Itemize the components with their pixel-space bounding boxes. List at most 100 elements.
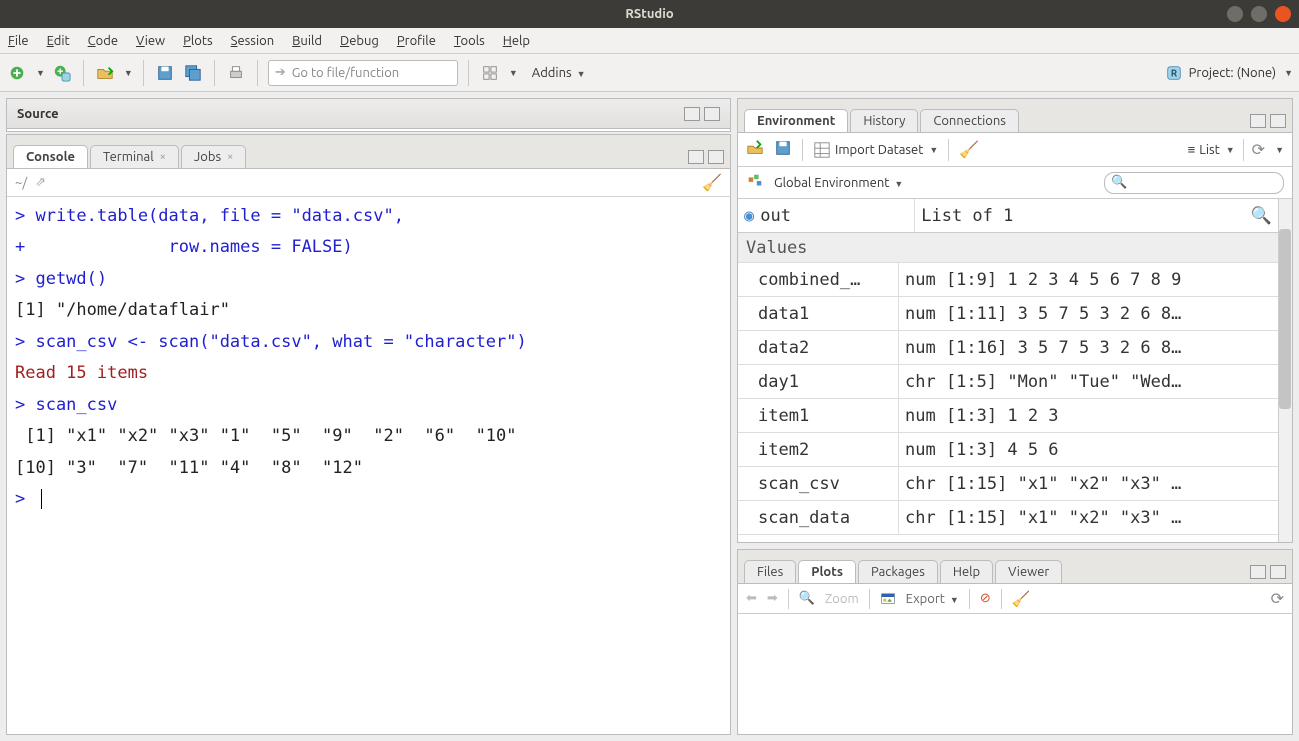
env-var-name: item1 (738, 406, 898, 426)
tab-jobs[interactable]: Jobs× (181, 145, 246, 168)
zoom-button[interactable]: Zoom (825, 592, 859, 606)
open-file-button[interactable] (94, 62, 116, 84)
expand-icon[interactable]: ◉ (744, 206, 754, 226)
search-icon[interactable]: 🔍 (1251, 206, 1272, 226)
menu-profile[interactable]: Profile (397, 34, 436, 48)
popout-icon[interactable]: ⇗ (35, 175, 46, 190)
window-maximize-button[interactable] (1251, 6, 1267, 22)
refresh-icon[interactable]: ⟳ (1252, 140, 1265, 159)
menu-tools[interactable]: Tools (454, 34, 485, 48)
menu-view[interactable]: View (136, 34, 165, 48)
console-output[interactable]: > write.table(data, file = "data.csv",+ … (7, 197, 730, 734)
menu-build[interactable]: Build (292, 34, 322, 48)
print-button[interactable] (225, 62, 247, 84)
menu-session[interactable]: Session (231, 34, 274, 48)
close-icon[interactable]: × (160, 151, 166, 163)
env-view-mode-dropdown[interactable]: ≡ List ▼ (1188, 142, 1235, 157)
tab-history[interactable]: History (850, 109, 918, 132)
env-minimize-button[interactable] (1250, 114, 1266, 128)
import-dataset-dropdown[interactable]: Import Dataset ▼ (813, 141, 938, 159)
clear-environment-icon[interactable]: 🧹 (959, 140, 979, 159)
console-maximize-button[interactable] (708, 150, 724, 164)
zoom-icon: 🔍 (799, 591, 815, 606)
env-var-value: num [1:16] 3 5 7 5 3 2 6 8… (898, 331, 1292, 364)
save-button[interactable] (154, 62, 176, 84)
source-pane-title: Source (17, 107, 59, 121)
environment-search-input[interactable]: 🔍 (1104, 172, 1284, 194)
scrollbar-thumb[interactable] (1279, 229, 1291, 409)
tab-packages[interactable]: Packages (858, 560, 938, 583)
load-workspace-icon[interactable] (746, 139, 764, 160)
console-subbar: ~/ ⇗ 🧹 (7, 169, 730, 197)
menu-file[interactable]: File (8, 34, 29, 48)
console-line: + row.names = FALSE) (15, 232, 722, 263)
tab-files[interactable]: Files (744, 560, 796, 583)
open-recent-caret[interactable]: ▼ (124, 68, 133, 78)
r-project-icon: R (1165, 64, 1183, 82)
new-project-button[interactable] (51, 62, 73, 84)
source-split-button[interactable] (684, 107, 700, 121)
new-file-caret[interactable]: ▼ (36, 68, 45, 78)
remove-plot-icon[interactable]: ⊘ (980, 591, 991, 606)
plots-minimize-button[interactable] (1250, 565, 1266, 579)
env-var-value: chr [1:15] "x1" "x2" "x3" … (898, 467, 1292, 500)
console-line: [10] "3" "7" "11" "4" "8" "12" (15, 453, 722, 484)
project-selector[interactable]: R Project: (None) ▼ (1165, 64, 1293, 82)
save-workspace-icon[interactable] (774, 139, 792, 160)
env-vertical-scrollbar[interactable] (1278, 199, 1292, 542)
export-icon (880, 589, 896, 608)
grid-view-button[interactable] (479, 62, 501, 84)
plot-next-icon[interactable]: ➡ (767, 591, 778, 606)
window-close-button[interactable] (1275, 6, 1291, 22)
environment-value-row[interactable]: data1num [1:11] 3 5 7 5 3 2 6 8… (738, 297, 1292, 331)
source-maximize-button[interactable] (704, 107, 720, 121)
environment-value-row[interactable]: item2num [1:3] 4 5 6 (738, 433, 1292, 467)
tab-plots[interactable]: Plots (798, 560, 856, 583)
menu-debug[interactable]: Debug (340, 34, 379, 48)
environment-value-row[interactable]: scan_datachr [1:15] "x1" "x2" "x3" … (738, 501, 1292, 535)
plot-prev-icon[interactable]: ⬅ (746, 591, 757, 606)
env-maximize-button[interactable] (1270, 114, 1286, 128)
environment-value-row[interactable]: data2num [1:16] 3 5 7 5 3 2 6 8… (738, 331, 1292, 365)
env-var-name: data1 (738, 304, 898, 324)
environment-value-row[interactable]: scan_csvchr [1:15] "x1" "x2" "x3" … (738, 467, 1292, 501)
environment-scope-icon (746, 172, 764, 193)
tab-terminal[interactable]: Terminal× (90, 145, 179, 168)
env-var-name: combined_… (738, 270, 898, 290)
plots-maximize-button[interactable] (1270, 565, 1286, 579)
tab-help[interactable]: Help (940, 560, 993, 583)
addins-dropdown[interactable]: Addins ▼ (532, 66, 586, 80)
export-dropdown[interactable]: Export ▼ (906, 592, 959, 606)
close-icon[interactable]: × (227, 151, 233, 163)
environment-value-row[interactable]: item1num [1:3] 1 2 3 (738, 399, 1292, 433)
clear-console-icon[interactable]: 🧹 (702, 173, 722, 192)
environment-value-row[interactable]: combined_…num [1:9] 1 2 3 4 5 6 7 8 9 (738, 263, 1292, 297)
tab-connections[interactable]: Connections (920, 109, 1019, 132)
window-minimize-button[interactable] (1227, 6, 1243, 22)
env-var-name: scan_data (738, 508, 898, 528)
menu-code[interactable]: Code (88, 34, 118, 48)
search-icon: 🔍 (1111, 175, 1127, 190)
refresh-plots-icon[interactable]: ⟳ (1271, 589, 1284, 608)
tab-viewer[interactable]: Viewer (995, 560, 1062, 583)
goto-placeholder: Go to file/function (292, 66, 399, 80)
menu-edit[interactable]: Edit (47, 34, 70, 48)
grid-view-caret[interactable]: ▼ (509, 68, 518, 78)
grid-icon (813, 141, 831, 159)
tab-console[interactable]: Console (13, 145, 88, 168)
env-var-value: num [1:3] 1 2 3 (898, 399, 1292, 432)
clear-plots-icon[interactable]: 🧹 (1012, 590, 1031, 608)
menu-help[interactable]: Help (503, 34, 530, 48)
save-all-button[interactable] (182, 62, 204, 84)
tab-environment[interactable]: Environment (744, 109, 848, 132)
env-var-value: chr [1:15] "x1" "x2" "x3" … (898, 501, 1292, 534)
environment-scope-dropdown[interactable]: Global Environment ▼ (774, 176, 903, 190)
console-minimize-button[interactable] (688, 150, 704, 164)
console-line: > getwd() (15, 264, 722, 295)
environment-value-row[interactable]: day1chr [1:5] "Mon" "Tue" "Wed… (738, 365, 1292, 399)
new-file-button[interactable] (6, 62, 28, 84)
environment-object-row[interactable]: ◉ out List of 1 🔍 (738, 199, 1292, 233)
goto-file-function-input[interactable]: ➔ Go to file/function (268, 60, 458, 86)
refresh-caret[interactable]: ▼ (1275, 145, 1284, 155)
menu-plots[interactable]: Plots (183, 34, 213, 48)
